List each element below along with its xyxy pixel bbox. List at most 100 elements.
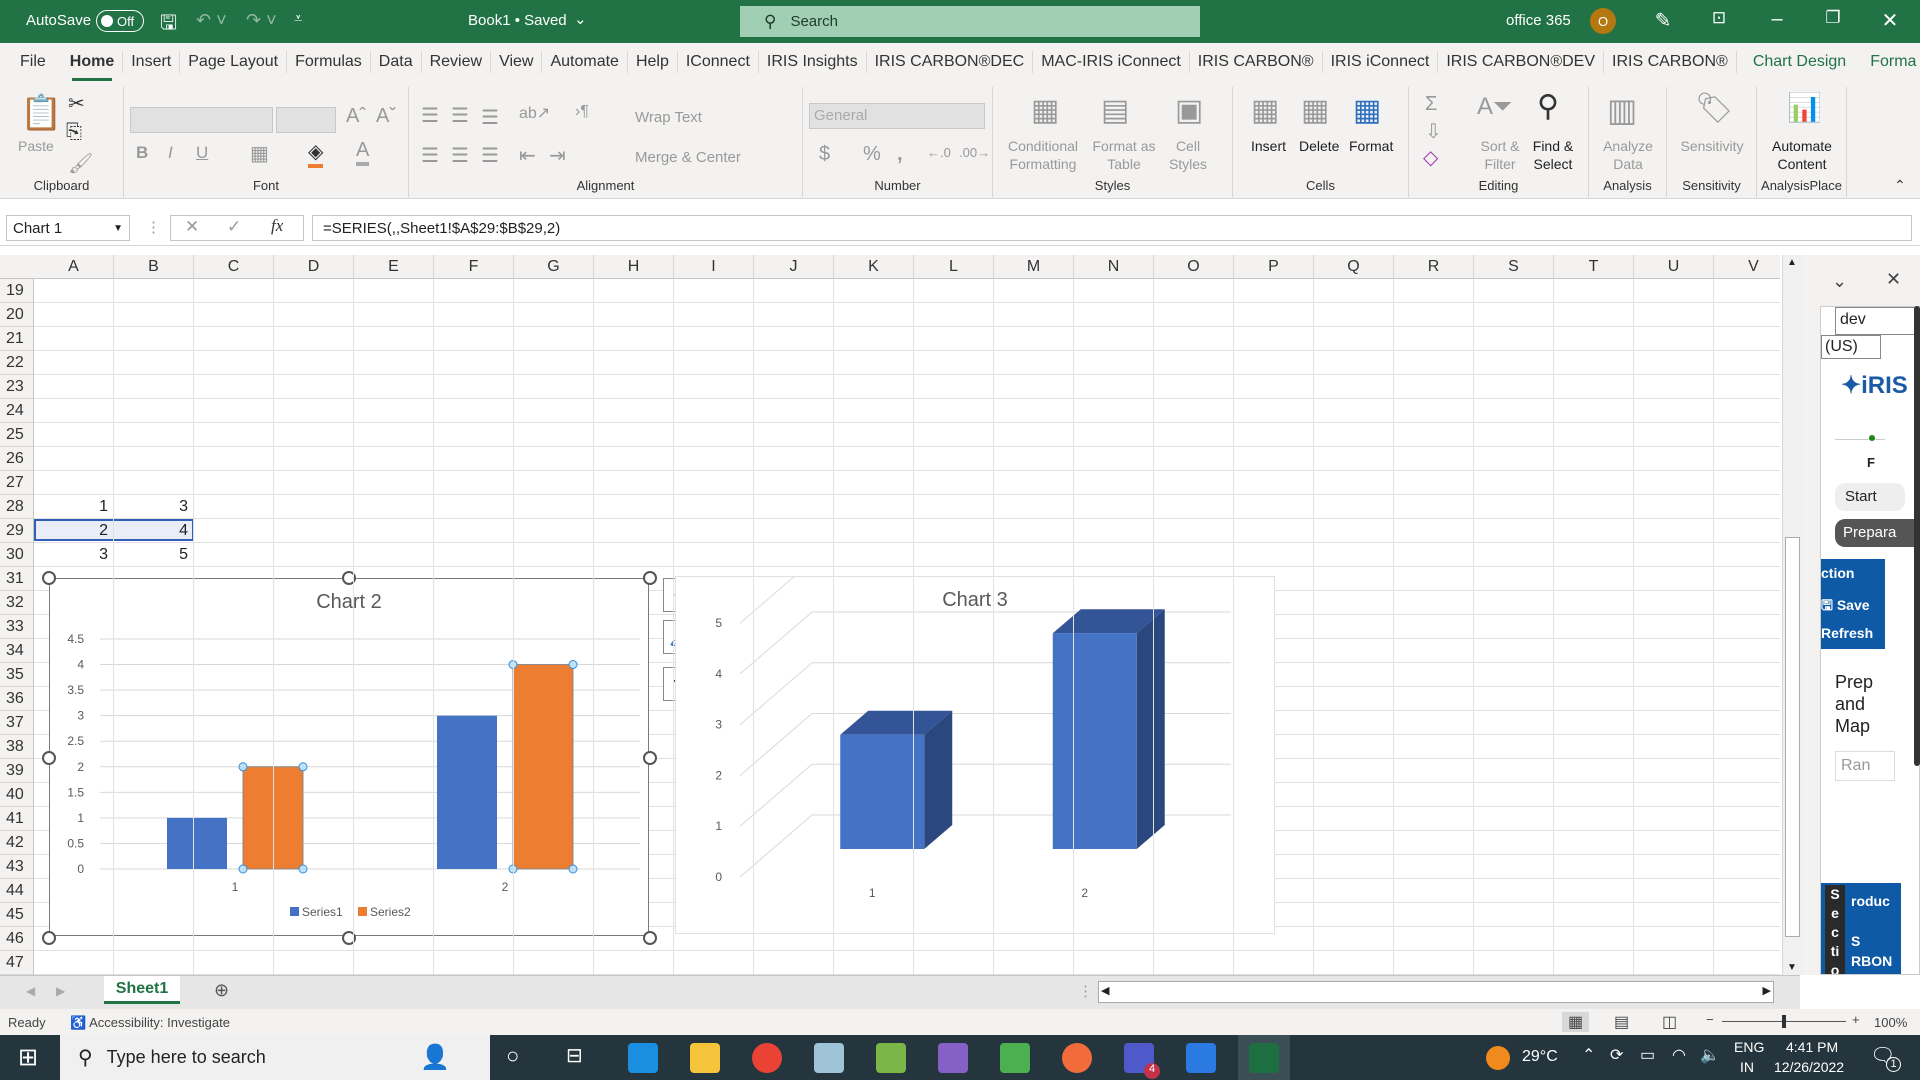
range-input[interactable]: Ran	[1835, 751, 1895, 781]
worksheet-grid[interactable]: ABCDEFGHIJKLMNOPQRSTUV 19 20 21 22 23 24 25 26 2…	[0, 255, 1780, 975]
avatar[interactable]: O	[1590, 8, 1616, 34]
align-center-icon[interactable]: ☰	[451, 143, 469, 168]
enter-icon[interactable]: ✓	[227, 217, 241, 237]
row-header[interactable]: 24	[0, 399, 34, 423]
underline-icon[interactable]: U	[196, 143, 208, 163]
row-header[interactable]: 31	[0, 567, 34, 591]
document-title[interactable]: Book1 • Saved	[468, 12, 567, 29]
row-header[interactable]: 26	[0, 447, 34, 471]
tab-view[interactable]: View	[491, 51, 543, 73]
update-icon[interactable]: ⟳	[1610, 1045, 1623, 1065]
sort-filter-button[interactable]: Sort & Filter	[1475, 137, 1525, 173]
locale-dropdown[interactable]: (US)	[1821, 335, 1881, 359]
column-header[interactable]: P	[1234, 255, 1314, 279]
tab-review[interactable]: Review	[422, 51, 492, 73]
search-box[interactable]: ⚲ Search	[740, 6, 1200, 37]
visual-studio-icon[interactable]	[938, 1043, 968, 1073]
row-header[interactable]: 25	[0, 423, 34, 447]
chart-3[interactable]: Chart 3 01234512	[675, 576, 1275, 934]
resize-handle[interactable]	[643, 751, 657, 765]
column-header[interactable]: C	[194, 255, 274, 279]
tab-chart-design[interactable]: Chart Design	[1745, 51, 1854, 73]
row-header[interactable]: 20	[0, 303, 34, 327]
tab-file[interactable]: File	[12, 51, 54, 73]
paste-icon[interactable]: 📋	[20, 93, 62, 133]
column-header[interactable]: A	[34, 255, 114, 279]
autosave-toggle[interactable]: Off	[96, 10, 144, 32]
formula-input[interactable]: =SERIES(,,Sheet1!$A$29:$B$29,2)	[312, 215, 1912, 241]
pane-scrollbar[interactable]	[1914, 306, 1920, 766]
row-header[interactable]: 41	[0, 807, 34, 831]
column-header[interactable]: K	[834, 255, 914, 279]
app-green-icon[interactable]	[1000, 1043, 1030, 1073]
zoom-slider-thumb[interactable]	[1782, 1015, 1786, 1028]
decrease-indent-icon[interactable]: ⇤	[519, 143, 536, 168]
clear-icon[interactable]: ◇	[1423, 145, 1438, 170]
row-header[interactable]: 43	[0, 855, 34, 879]
battery-icon[interactable]: ▭	[1640, 1045, 1655, 1065]
minimize-icon[interactable]: –	[1762, 8, 1792, 31]
increase-decimal-icon[interactable]: ←.0	[927, 145, 951, 160]
row-header[interactable]: 44	[0, 879, 34, 903]
prepare-button[interactable]: Prepara	[1835, 519, 1919, 547]
format-table-icon[interactable]: ▤	[1101, 93, 1129, 128]
tab-data[interactable]: Data	[371, 51, 422, 73]
autosum-icon[interactable]: Σ	[1425, 93, 1437, 116]
insert-cells-icon[interactable]: ▦	[1251, 93, 1279, 128]
taskbar-search[interactable]: ⚲ Type here to search 👤	[60, 1035, 490, 1080]
number-format-dropdown[interactable]: General	[809, 103, 985, 129]
tab-forma[interactable]: Forma	[1862, 51, 1920, 73]
zoom-level[interactable]: 100%	[1874, 1015, 1907, 1030]
column-header[interactable]: G	[514, 255, 594, 279]
format-cells-icon[interactable]: ▦	[1353, 93, 1381, 128]
horizontal-scrollbar[interactable]: ◀ ▶	[1098, 981, 1774, 1003]
row-header[interactable]: 40	[0, 783, 34, 807]
paste-button[interactable]: Paste	[18, 137, 54, 155]
customize-qat-icon[interactable]: ⩡	[294, 10, 302, 27]
sensitivity-button[interactable]: Sensitivity	[1673, 137, 1751, 155]
format-painter-icon[interactable]: 🖌	[68, 151, 93, 176]
row-header[interactable]: 47	[0, 951, 34, 975]
task-view-icon[interactable]: ⊟	[566, 1043, 583, 1068]
column-header[interactable]: U	[1634, 255, 1714, 279]
scroll-up-icon[interactable]: ▲	[1787, 257, 1797, 268]
save-icon[interactable]: 🖫	[160, 8, 177, 42]
windows-start-icon[interactable]: ⊞	[18, 1043, 38, 1072]
resize-handle[interactable]	[42, 931, 56, 945]
language-region[interactable]: IN	[1740, 1059, 1754, 1075]
excel-taskbar-button[interactable]	[1238, 1035, 1290, 1080]
italic-icon[interactable]: I	[168, 143, 173, 163]
format-table-button[interactable]: Format as Table	[1089, 137, 1159, 173]
tab-home[interactable]: Home	[62, 51, 124, 81]
find-icon[interactable]: ⚲	[1537, 89, 1559, 124]
align-middle-icon[interactable]: ☰	[451, 103, 469, 128]
row-header[interactable]: 34	[0, 639, 34, 663]
scroll-right-icon[interactable]: ▶	[1763, 984, 1771, 997]
next-sheet-icon[interactable]: ▶	[56, 984, 65, 998]
align-right-icon[interactable]: ☰	[481, 143, 499, 168]
resize-handle[interactable]	[42, 751, 56, 765]
comma-icon[interactable]: ,	[897, 143, 903, 166]
mail-icon[interactable]	[628, 1043, 658, 1073]
insert-button[interactable]: Insert	[1251, 137, 1286, 155]
tab-iconnect[interactable]: IConnect	[678, 51, 759, 73]
delete-cells-icon[interactable]: ▦	[1301, 93, 1329, 128]
tab-formulas[interactable]: Formulas	[287, 51, 371, 73]
row-header[interactable]: 29	[0, 519, 34, 543]
column-header[interactable]: V	[1714, 255, 1780, 279]
clock-time[interactable]: 4:41 PM	[1786, 1039, 1838, 1055]
tab-iris-carbon-dev[interactable]: IRIS CARBON®DEV	[1438, 51, 1605, 73]
notepad-plus-icon[interactable]	[876, 1043, 906, 1073]
chrome-icon[interactable]	[752, 1043, 782, 1073]
column-header[interactable]: Q	[1314, 255, 1394, 279]
start-button[interactable]: Start	[1835, 483, 1905, 511]
prev-sheet-icon[interactable]: ◀	[26, 984, 35, 998]
orientation-icon[interactable]: ab↗	[519, 103, 550, 123]
tab-automate[interactable]: Automate	[542, 51, 628, 73]
column-header[interactable]: E	[354, 255, 434, 279]
name-box[interactable]: Chart 1 ▼	[6, 215, 130, 241]
tab-mac-iris-iconnect[interactable]: MAC-IRIS iConnect	[1033, 51, 1190, 73]
analyze-data-button[interactable]: Analyze Data	[1599, 137, 1657, 173]
teams-icon[interactable]: 4	[1124, 1043, 1160, 1079]
resize-handle[interactable]	[42, 571, 56, 585]
